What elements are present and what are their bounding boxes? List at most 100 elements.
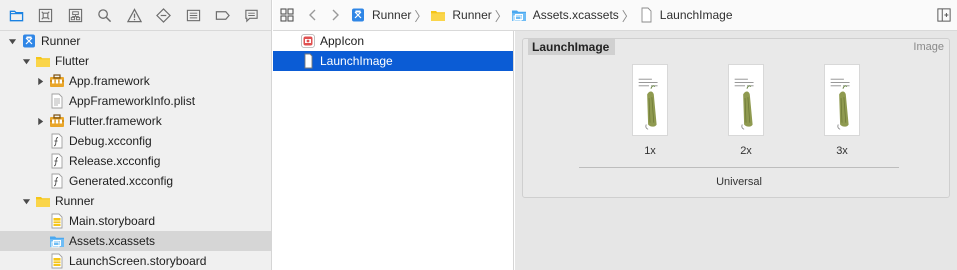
group-folder-icon [35,53,51,69]
asset-list: AppIcon LaunchImage [273,31,514,270]
tree-row-label: Runner [41,34,81,48]
asset-list-item[interactable]: AppIcon [273,31,513,51]
disclosure-closed-icon[interactable] [35,76,45,86]
launch-image-thumbnail[interactable] [824,64,860,136]
group-folder-icon [35,193,51,209]
tree-row[interactable]: Flutter.framework [0,111,271,131]
group-divider [579,167,899,168]
image-set-name[interactable]: LaunchImage [528,39,616,55]
tree-row[interactable]: Main.storyboard [0,211,271,231]
source-control-icon[interactable] [35,4,56,26]
plist-file-icon [49,93,65,109]
image-file-icon [638,7,654,23]
tree-row[interactable]: App.framework [0,71,271,91]
image-set-icon [300,53,316,69]
tree-row-label: Runner [55,194,95,208]
breadcrumb-label: Assets.xcassets [532,8,619,22]
tree-row-label: Debug.xcconfig [69,134,152,148]
app-icon-set-icon [300,33,316,49]
image-set-well: LaunchImage Image 1x 2x 3x Universal [522,38,950,198]
issue-warning-icon[interactable] [124,4,145,26]
xcconfig-file-icon [49,133,65,149]
forward-chevron-icon[interactable] [324,4,346,26]
debug-list-icon[interactable] [183,4,204,26]
folder-icon[interactable] [6,4,27,26]
breadcrumb-item[interactable]: Runner [430,4,492,26]
tree-row[interactable]: Debug.xcconfig [0,131,271,151]
image-set-type: Image [913,41,944,53]
image-slot[interactable]: 2x [719,64,773,157]
breadcrumb-label: Runner [452,8,492,22]
project-icon [21,33,37,49]
breadcrumb-separator-icon: 〉 [494,8,508,24]
disclosure-closed-icon[interactable] [35,116,45,126]
find-icon[interactable] [94,4,115,26]
report-icon[interactable] [242,4,263,26]
tree-row-label: AppFrameworkInfo.plist [69,94,196,108]
disclosure-open-icon[interactable] [21,196,31,206]
tree-row[interactable]: LaunchScreen.storyboard [0,251,271,270]
storyboard-file-icon [49,253,65,269]
asset-list-item-label: AppIcon [320,34,365,48]
tree-row-label: Main.storyboard [69,214,156,228]
framework-icon [49,113,65,129]
tree-row[interactable]: Runner [0,31,271,51]
breadcrumb: Runner 〉 Runner 〉 Assets.xcassets 〉 LaunchImag… [350,4,733,26]
breadcrumb-item[interactable]: LaunchImage [638,4,733,26]
tree-row[interactable]: Assets.xcassets [0,231,271,251]
jump-bar: Runner 〉 Runner 〉 Assets.xcassets 〉 LaunchImag… [273,0,957,31]
image-slot-scale-label: 1x [644,145,656,157]
project-icon [350,7,366,23]
group-label: Universal [716,176,762,188]
add-editor-icon[interactable] [935,6,953,24]
tree-row[interactable]: AppFrameworkInfo.plist [0,91,271,111]
tree-row-label: Generated.xcconfig [69,174,174,188]
xcconfig-file-icon [49,153,65,169]
tree-row-label: LaunchScreen.storyboard [69,254,207,268]
breadcrumb-label: Runner [372,8,412,22]
tree-row-label: App.framework [69,74,150,88]
asset-catalog-icon [49,233,65,249]
launch-image-thumbnail[interactable] [728,64,764,136]
tree-row[interactable]: Runner [0,191,271,211]
disclosure-open-icon[interactable] [7,36,17,46]
framework-icon [49,73,65,89]
tree-row[interactable]: Release.xcconfig [0,151,271,171]
tree-row[interactable]: Flutter [0,51,271,71]
project-navigator: Runner Flutter App.framework AppFrameworkIn… [0,0,272,270]
asset-list-item-label: LaunchImage [320,54,393,68]
test-diamond-icon[interactable] [153,4,174,26]
related-items-grid-icon[interactable] [276,4,298,26]
tree-row-label: Flutter.framework [69,114,162,128]
tree-row[interactable]: Generated.xcconfig [0,171,271,191]
disclosure-open-icon[interactable] [21,56,31,66]
breadcrumb-separator-icon: 〉 [414,8,428,24]
group-folder-icon [430,7,446,23]
breadcrumb-item[interactable]: Runner [350,4,411,26]
hierarchy-icon[interactable] [65,4,86,26]
image-slot[interactable]: 1x [623,64,677,157]
xcconfig-file-icon [49,173,65,189]
asset-list-item[interactable]: LaunchImage [273,51,513,71]
asset-detail-panel: LaunchImage Image 1x 2x 3x Universal [515,31,957,270]
breakpoint-icon[interactable] [212,4,233,26]
breadcrumb-item[interactable]: Assets.xcassets [511,4,619,26]
breadcrumb-separator-icon: 〉 [621,8,635,24]
breadcrumb-label: LaunchImage [659,8,733,22]
image-slot[interactable]: 3x [815,64,869,157]
file-tree: Runner Flutter App.framework AppFrameworkIn… [0,31,271,270]
tree-row-label: Release.xcconfig [69,154,161,168]
launch-image-thumbnail[interactable] [632,64,668,136]
asset-catalog-icon [511,7,527,23]
tree-row-label: Assets.xcassets [69,234,156,248]
back-chevron-icon[interactable] [302,4,324,26]
image-slot-scale-label: 2x [740,145,752,157]
storyboard-file-icon [49,213,65,229]
image-slot-scale-label: 3x [836,145,848,157]
navigator-toolbar [0,0,271,31]
